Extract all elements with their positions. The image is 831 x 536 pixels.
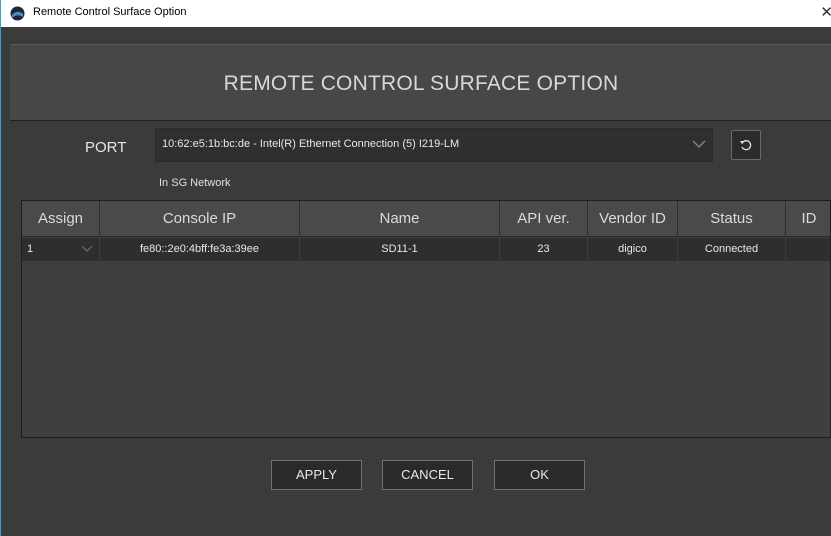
cell-vendor-id: digico: [588, 238, 678, 261]
close-icon[interactable]: ✕: [820, 3, 831, 21]
refresh-icon: [740, 140, 752, 151]
port-label: PORT: [85, 139, 127, 156]
column-header-id[interactable]: ID: [786, 201, 830, 237]
network-status-text: In SG Network: [159, 177, 231, 189]
cell-id: [786, 238, 830, 261]
cancel-button[interactable]: CANCEL: [382, 460, 473, 490]
column-header-status[interactable]: Status: [678, 201, 786, 237]
port-dropdown-value: 10:62:e5:1b:bc:de - Intel(R) Ethernet Co…: [162, 138, 460, 150]
table-header: Assign Console IP Name API ver. Vendor I…: [22, 201, 830, 237]
chevron-down-icon: [692, 140, 706, 148]
port-dropdown[interactable]: 10:62:e5:1b:bc:de - Intel(R) Ethernet Co…: [155, 128, 713, 162]
ok-button[interactable]: OK: [494, 460, 585, 490]
column-header-console-ip[interactable]: Console IP: [100, 201, 300, 237]
cell-name: SD11-1: [300, 238, 500, 261]
cell-api-ver: 23: [500, 238, 588, 261]
console-table: Assign Console IP Name API ver. Vendor I…: [21, 200, 831, 438]
page-title: REMOTE CONTROL SURFACE OPTION: [223, 72, 619, 95]
assign-dropdown[interactable]: 1: [22, 238, 100, 261]
cell-console-ip: fe80::2e0:4bff:fe3a:39ee: [100, 238, 300, 261]
column-header-assign[interactable]: Assign: [22, 201, 100, 237]
window-title: Remote Control Surface Option: [33, 6, 187, 18]
column-header-vendor-id[interactable]: Vendor ID: [588, 201, 678, 237]
apply-button[interactable]: APPLY: [271, 460, 362, 490]
app-icon: [10, 6, 25, 21]
header-band: REMOTE CONTROL SURFACE OPTION: [10, 44, 831, 121]
table-row[interactable]: 1 fe80::2e0:4bff:fe3a:39ee SD11-1 23 dig…: [22, 238, 830, 261]
column-header-name[interactable]: Name: [300, 201, 500, 237]
assign-value: 1: [27, 243, 34, 255]
title-bar: Remote Control Surface Option ✕: [0, 0, 831, 27]
cell-status: Connected: [678, 238, 786, 261]
column-header-api-ver[interactable]: API ver.: [500, 201, 588, 237]
refresh-button[interactable]: [731, 130, 761, 160]
chevron-down-icon: [81, 245, 93, 252]
